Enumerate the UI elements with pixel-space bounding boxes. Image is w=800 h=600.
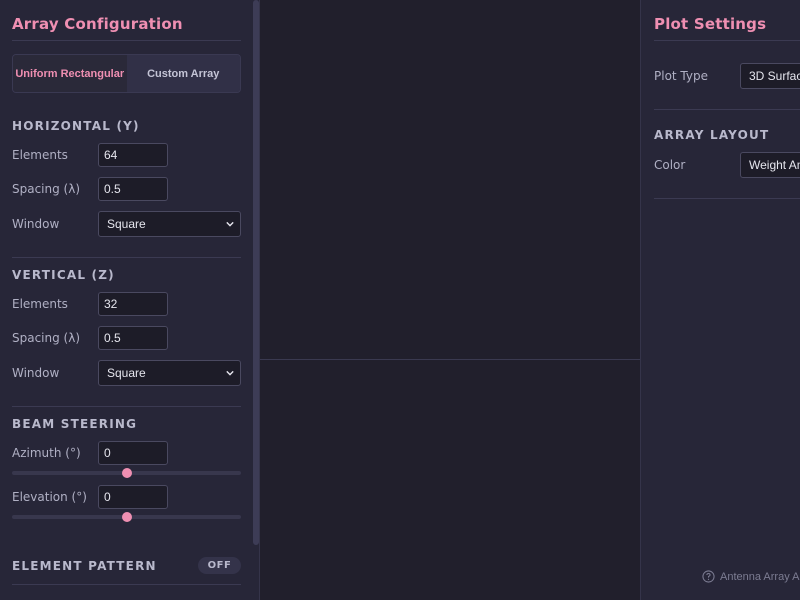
- color-label: Color: [654, 158, 686, 172]
- vertical-window-select[interactable]: Square: [98, 360, 241, 386]
- bottom-plot-area: [260, 360, 640, 600]
- vertical-window-value: Square: [107, 366, 146, 380]
- footer-text: Antenna Array Analyzer: [720, 570, 800, 583]
- plot-type-select[interactable]: 3D Surface: [740, 63, 800, 89]
- plot-type-label: Plot Type: [654, 69, 708, 83]
- top-plot-area: [260, 0, 640, 359]
- divider: [12, 257, 241, 258]
- chevron-down-icon: [226, 370, 234, 376]
- footer: Antenna Array Analyzer: [702, 570, 800, 583]
- help-circle-icon[interactable]: [702, 570, 715, 583]
- plot-settings-title: Plot Settings: [654, 15, 767, 33]
- horizontal-section-header: HORIZONTAL (Y): [12, 119, 140, 133]
- element-pattern-section-header: ELEMENT PATTERN: [12, 559, 157, 573]
- horizontal-window-label: Window: [12, 217, 60, 231]
- array-type-segmented-control: Uniform Rectangular Custom Array: [12, 54, 241, 93]
- vertical-spacing-input[interactable]: 0.5: [98, 326, 168, 350]
- vertical-window-label: Window: [12, 366, 60, 380]
- elevation-slider-thumb[interactable]: [121, 512, 132, 522]
- chevron-down-icon: [226, 221, 234, 227]
- divider: [12, 584, 241, 585]
- horizontal-elements-label: Elements: [12, 148, 68, 162]
- color-select[interactable]: Weight Amplitude: [740, 152, 800, 178]
- uniform-rectangular-tab[interactable]: Uniform Rectangular: [13, 55, 127, 92]
- horizontal-elements-input[interactable]: 64: [98, 143, 168, 167]
- divider: [654, 198, 800, 199]
- horizontal-spacing-input[interactable]: 0.5: [98, 177, 168, 201]
- beam-steering-section-header: BEAM STEERING: [12, 417, 138, 431]
- vertical-section-header: VERTICAL (Z): [12, 268, 115, 282]
- divider: [654, 109, 800, 110]
- elevation-input[interactable]: 0: [98, 485, 168, 509]
- element-pattern-toggle[interactable]: OFF: [198, 557, 241, 574]
- azimuth-label: Azimuth (°): [12, 446, 81, 460]
- elevation-label: Elevation (°): [12, 490, 87, 504]
- horizontal-spacing-label: Spacing (λ): [12, 182, 81, 196]
- azimuth-slider-thumb[interactable]: [121, 468, 132, 478]
- vertical-spacing-label: Spacing (λ): [12, 331, 81, 345]
- divider: [12, 40, 241, 41]
- horizontal-window-select[interactable]: Square: [98, 211, 241, 237]
- azimuth-input[interactable]: 0: [98, 441, 168, 465]
- panel-title: Array Configuration: [12, 15, 183, 33]
- left-panel-scrollbar[interactable]: [253, 0, 259, 545]
- array-configuration-panel: Array Configuration Uniform Rectangular …: [0, 0, 260, 600]
- horizontal-window-value: Square: [107, 217, 146, 231]
- divider: [654, 40, 800, 41]
- plot-settings-panel: Plot Settings Plot Type 3D Surface ARRAY…: [640, 0, 800, 600]
- azimuth-slider[interactable]: [12, 468, 241, 478]
- divider: [12, 406, 241, 407]
- elevation-slider[interactable]: [12, 512, 241, 522]
- vertical-elements-input[interactable]: 32: [98, 292, 168, 316]
- array-layout-section-header: ARRAY LAYOUT: [654, 128, 770, 142]
- vertical-elements-label: Elements: [12, 297, 68, 311]
- custom-array-tab[interactable]: Custom Array: [126, 55, 240, 92]
